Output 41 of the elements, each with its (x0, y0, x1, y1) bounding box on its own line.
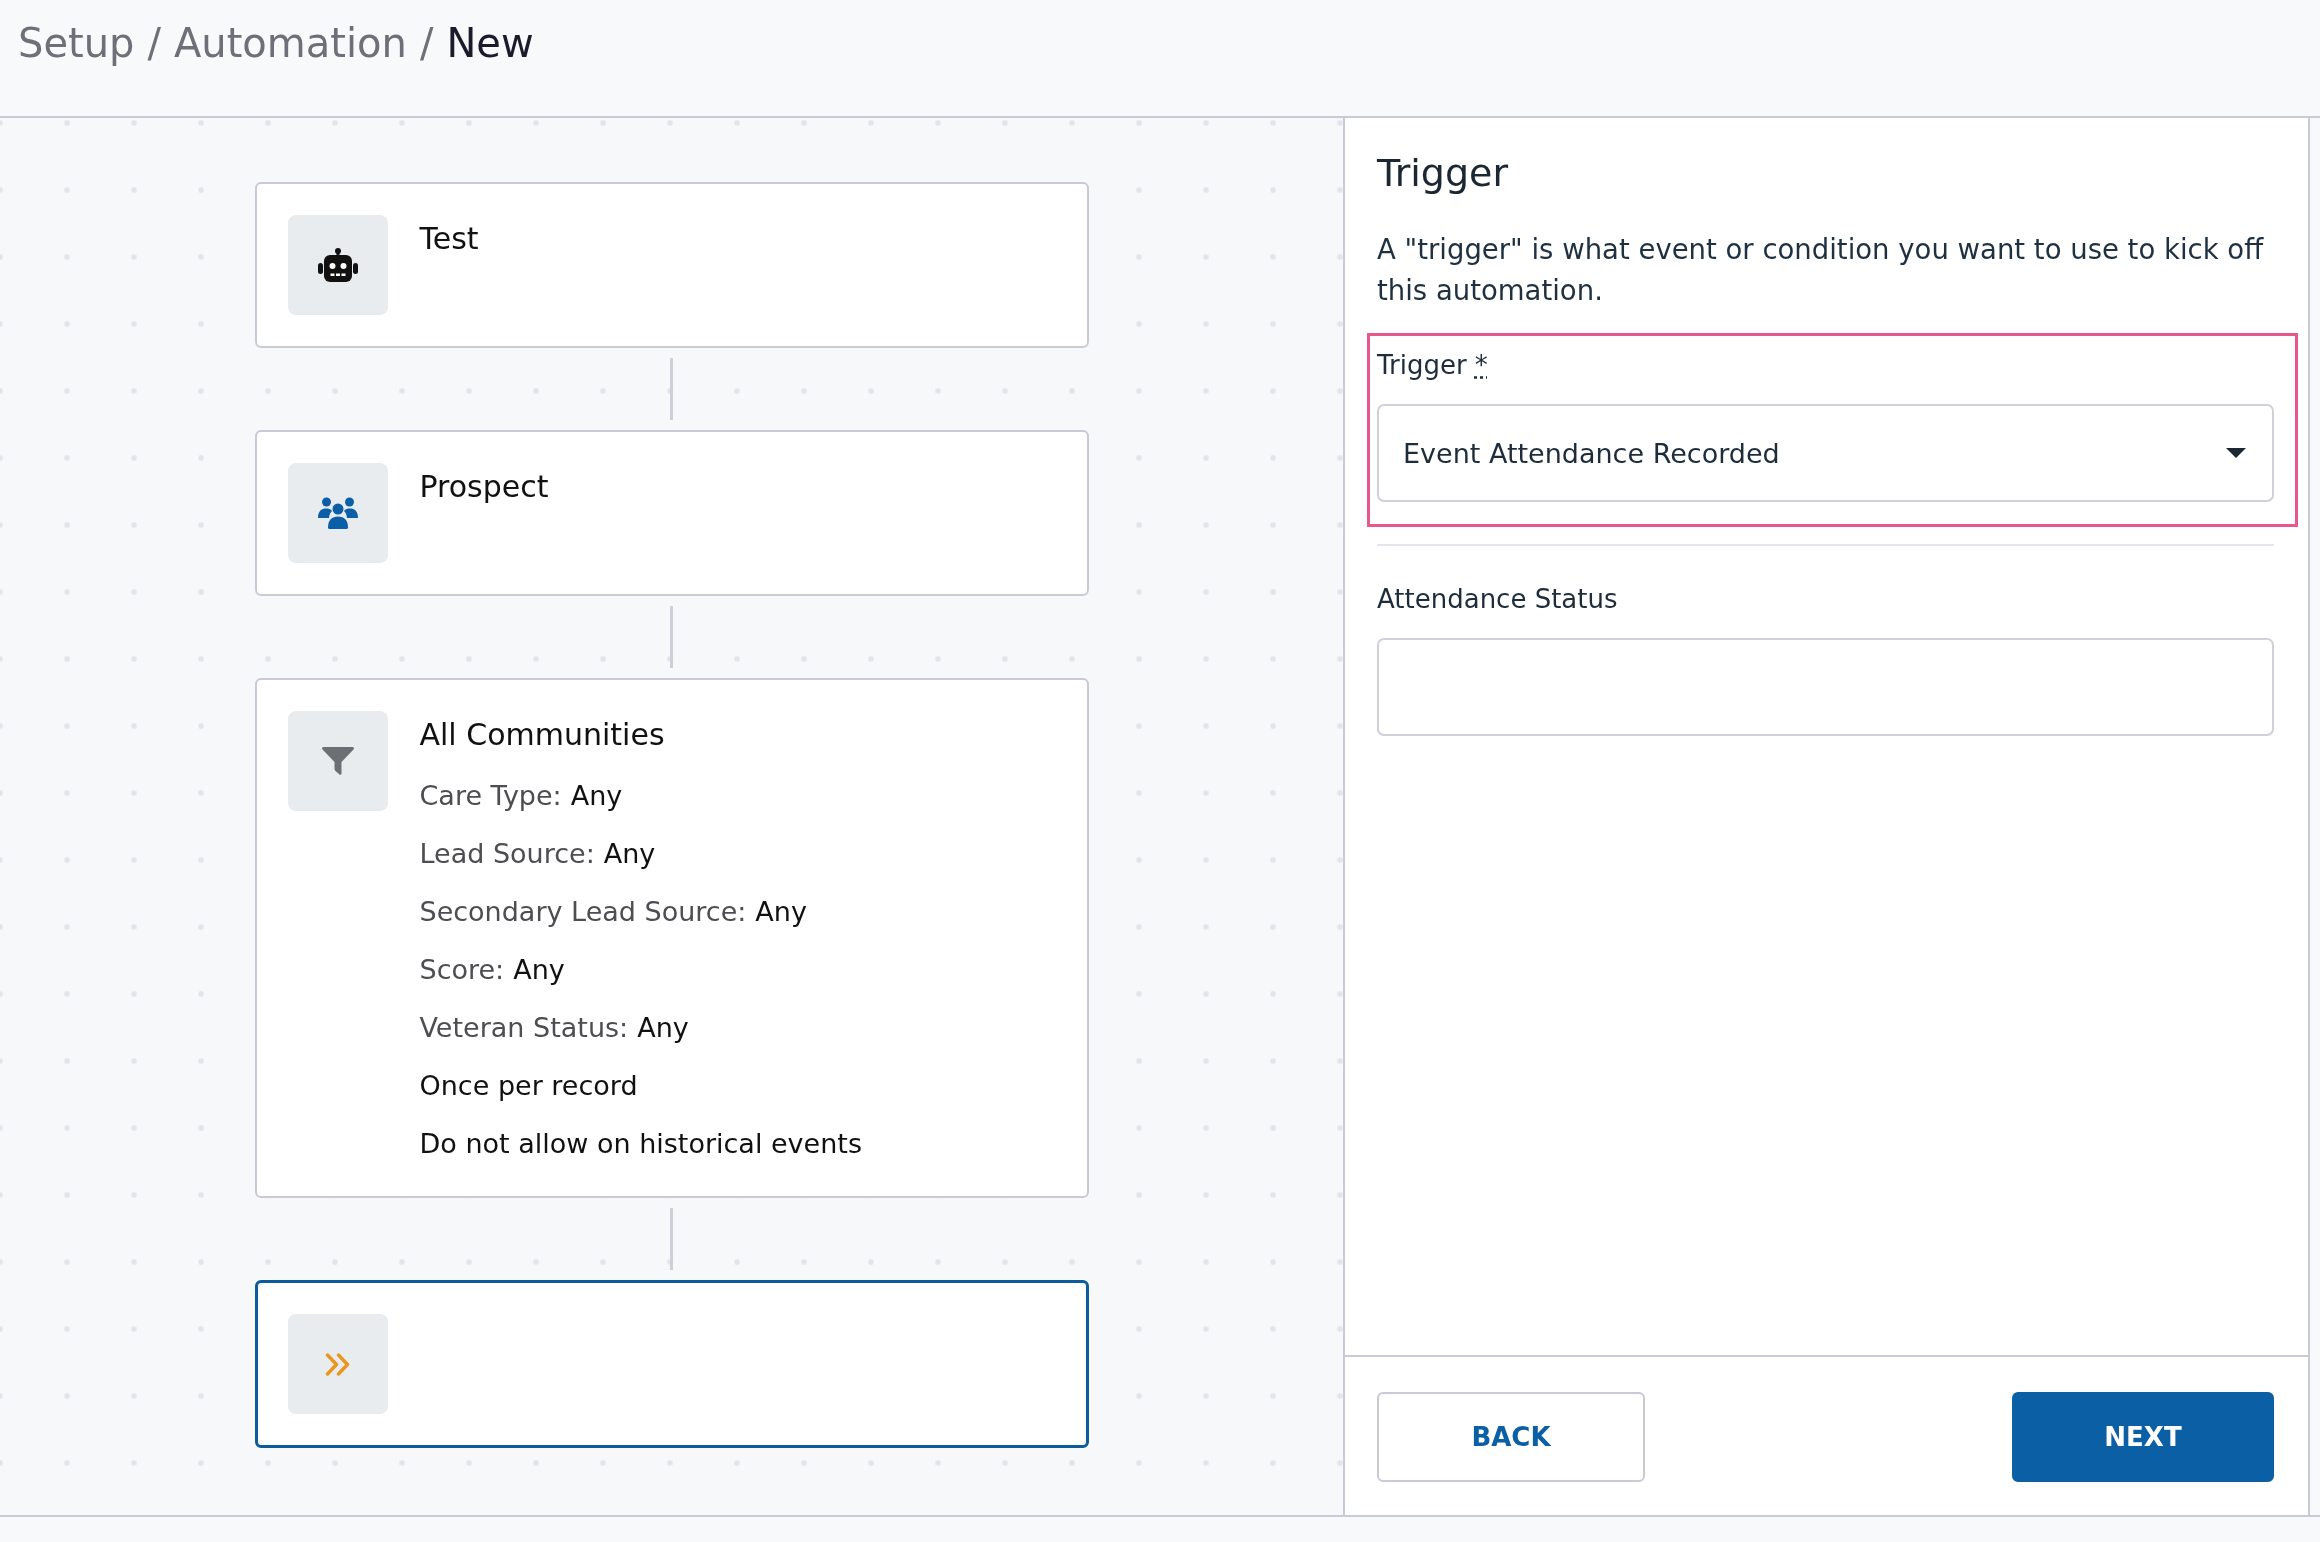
breadcrumb-separator: / (147, 19, 161, 68)
robot-icon (287, 215, 388, 315)
breadcrumb-link[interactable]: Automation (173, 18, 407, 68)
caret-icon (2226, 448, 2246, 458)
criterion-value: Any (513, 953, 565, 987)
people-icon (287, 463, 388, 563)
required-mark: * (1474, 349, 1488, 382)
criterion-label: Lead Source: (419, 837, 595, 871)
criterion-label: Care Type: (419, 779, 562, 813)
breadcrumb-separator: / (419, 19, 434, 68)
node-title: Test (419, 220, 479, 258)
criterion-value: Any (603, 837, 656, 871)
field-label: Attendance Status (1377, 583, 1618, 616)
flow-node[interactable]: Prospect (254, 430, 1089, 596)
panel-title: Trigger (1377, 150, 1510, 197)
funnel-icon (287, 711, 388, 811)
criterion-label: Secondary Lead Source: (419, 895, 747, 929)
flow-node[interactable]: All Communities Care Type: Any Lead Source: Any Secondary Lead Source: Any Score: Any Veteran Status: Any Once per record Do not allow on historical events (254, 678, 1089, 1198)
panel-description: A "trigger" is what event or condition you want to use to kick off this automation. (1377, 232, 2265, 308)
flow-node[interactable]: Test (254, 182, 1089, 348)
breadcrumb-link[interactable]: Setup (18, 18, 135, 68)
next-button[interactable]: NEXT (2012, 1392, 2274, 1482)
connector-line (670, 1208, 673, 1270)
flow-node[interactable] (254, 1280, 1089, 1448)
field-label: Trigger (1377, 349, 1467, 382)
node-note: Do not allow on historical events (419, 1127, 862, 1161)
criterion-label: Score: (419, 953, 505, 987)
criterion-value: Any (755, 895, 807, 929)
breadcrumb-current: New (446, 19, 534, 68)
select-dropdown[interactable]: Event Attendance Recorded (1377, 404, 2274, 502)
criterion-value: Any (637, 1011, 689, 1045)
connector-line (670, 606, 673, 668)
chevrons-icon (287, 1314, 388, 1414)
criterion-label: Veteran Status: (419, 1011, 629, 1045)
node-title: All Communities (419, 716, 665, 754)
criterion-value: Any (570, 779, 623, 813)
node-note: Once per record (419, 1069, 638, 1103)
connector-line (670, 358, 673, 420)
text-input[interactable] (1377, 638, 2274, 736)
back-button[interactable]: BACK (1377, 1392, 1645, 1482)
node-title: Prospect (419, 468, 549, 506)
